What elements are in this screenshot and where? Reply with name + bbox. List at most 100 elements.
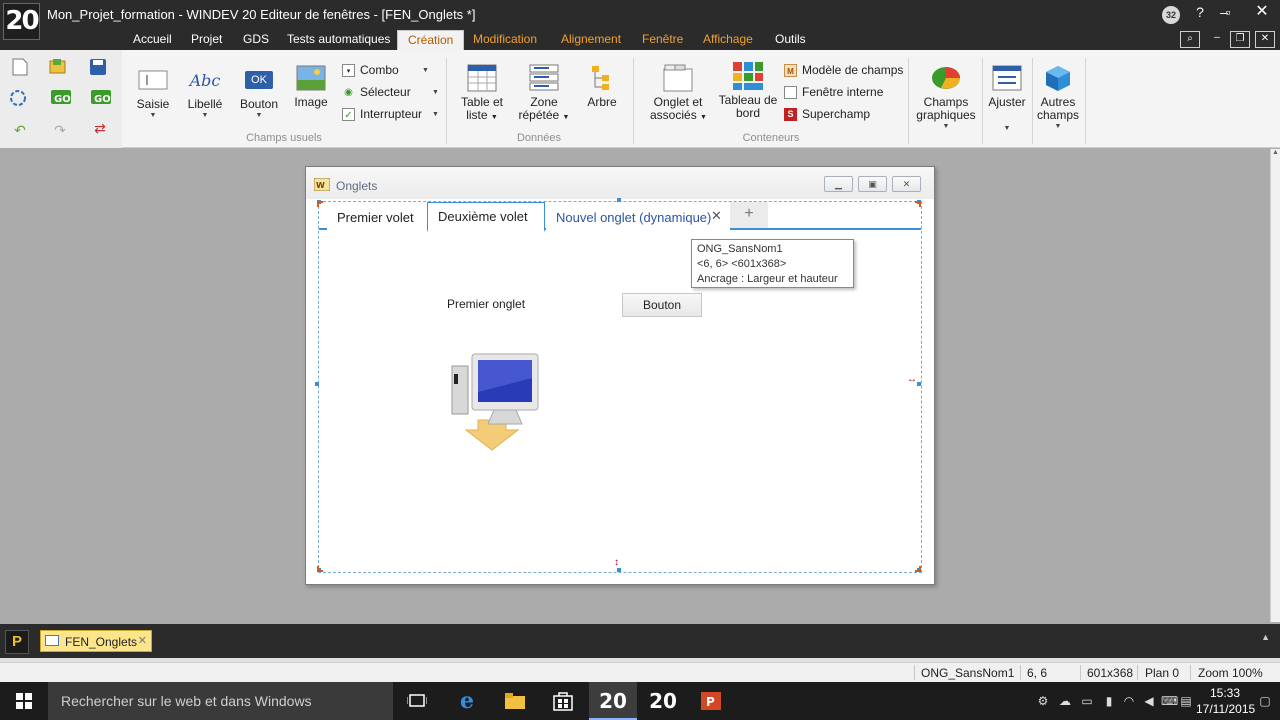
tab-fenetre[interactable]: Fenêtre — [642, 32, 683, 46]
status-zoom[interactable]: Zoom 100% — [1198, 666, 1263, 680]
file-explorer-icon[interactable] — [491, 682, 539, 720]
control-info-tooltip: ONG_SansNom1 <6, 6> <601x368> Ancrage : … — [691, 239, 854, 288]
monitor-tray-icon[interactable]: ▭ — [1079, 693, 1095, 709]
combo-button[interactable]: ▾ Combo ▼ — [342, 63, 429, 77]
tab-accueil[interactable]: Accueil — [133, 32, 172, 46]
doc-restore-icon[interactable]: ❐ — [1230, 31, 1250, 48]
go-project-icon[interactable]: GO — [50, 88, 71, 108]
open-project-icon[interactable] — [48, 58, 68, 78]
computer-image[interactable] — [450, 352, 540, 452]
windev-app-icon-2[interactable]: 20 — [639, 682, 687, 720]
tab-modification[interactable]: Modification — [473, 32, 537, 46]
close-icon[interactable]: ✕ — [1250, 2, 1274, 22]
notifications-icon[interactable]: ▢ — [1257, 693, 1273, 709]
bouton-button[interactable]: OK Bouton ▼ — [238, 66, 280, 119]
onedrive-tray-icon[interactable]: ☁ — [1057, 693, 1073, 709]
group-divider — [1032, 58, 1033, 144]
autres-champs-button[interactable]: Autres champs ▼ — [1036, 64, 1080, 130]
save-icon[interactable] — [88, 58, 108, 78]
tab-nouvel-onglet[interactable]: Nouvel onglet (dynamique) — [546, 202, 730, 230]
go-window-icon[interactable]: GO — [90, 88, 111, 108]
chevron-down-icon: ▼ — [1003, 125, 1011, 132]
tab-close-icon[interactable]: ✕ — [711, 208, 722, 224]
selection-handle[interactable] — [617, 568, 621, 572]
premier-onglet-label[interactable]: Premier onglet — [447, 297, 525, 311]
project-explorer-icon[interactable]: P — [5, 630, 29, 654]
selection-handle[interactable] — [917, 382, 921, 386]
windev-app-icon[interactable]: 20 — [589, 682, 637, 720]
new-file-icon[interactable] — [10, 58, 30, 78]
selecteur-button[interactable]: ◉ Sélecteur ▼ — [342, 85, 439, 99]
label-abc-icon: Abc — [189, 70, 221, 90]
doc-tabs-scroll-icon[interactable]: ▲ — [1261, 632, 1270, 642]
store-icon[interactable] — [539, 682, 587, 720]
doc-tab-fen-onglets[interactable]: FEN_Onglets ✕ — [40, 630, 152, 652]
modele-champs-button[interactable]: M Modèle de champs — [784, 63, 903, 77]
table-liste-button[interactable]: Table et liste ▼ — [457, 64, 507, 124]
taskbar-clock[interactable]: 15:33 17/11/2015 — [1196, 685, 1255, 717]
doc-tab-close-icon[interactable]: ✕ — [138, 634, 147, 647]
selection-handle[interactable] — [617, 198, 621, 202]
compare-icon[interactable]: ⇄ — [90, 118, 110, 138]
tab-projet[interactable]: Projet — [191, 32, 222, 46]
undo-icon[interactable]: ↶ — [10, 120, 30, 140]
wifi-tray-icon[interactable]: ◠ — [1121, 693, 1137, 709]
notification-badge[interactable]: 32 — [1162, 6, 1180, 24]
keyboard-tray-icon[interactable]: ⌨ — [1161, 693, 1178, 709]
tab-tests-automatiques[interactable]: Tests automatiques — [287, 32, 390, 46]
designed-window-close-icon[interactable]: ✕ — [892, 176, 921, 192]
interrupteur-button[interactable]: ✓ Interrupteur ▼ — [342, 107, 439, 121]
arbre-button[interactable]: Arbre — [585, 64, 619, 109]
libelle-button[interactable]: Abc Libellé ▼ — [184, 66, 226, 120]
tab-premier-volet[interactable]: Premier volet — [327, 202, 427, 230]
zone-repetee-button[interactable]: Zone répétée ▼ — [518, 64, 570, 124]
image-button[interactable]: Image — [292, 64, 330, 109]
tableau-de-bord-button[interactable]: Tableau de bord — [718, 62, 778, 120]
help-icon[interactable]: ? — [1188, 2, 1212, 22]
designed-window-minimize-icon[interactable]: ▁ — [824, 176, 853, 192]
ajuster-button[interactable]: Ajuster ▼ — [985, 64, 1029, 132]
refresh-icon[interactable] — [8, 88, 28, 108]
tab-alignement[interactable]: Alignement — [561, 32, 621, 46]
selection-handle[interactable] — [315, 382, 319, 386]
tab-gds[interactable]: GDS — [243, 32, 269, 46]
vertical-scrollbar[interactable]: ▲ — [1270, 149, 1280, 622]
bouton-control[interactable]: Bouton — [622, 293, 702, 317]
designed-window-maximize-icon[interactable]: ▣ — [858, 176, 887, 192]
designed-window[interactable]: W Onglets ▁ ▣ ✕ Premier volet Deuxième v… — [305, 166, 935, 585]
svg-text:GO: GO — [94, 94, 111, 105]
model-icon: M — [784, 63, 797, 77]
volume-tray-icon[interactable]: ◀ — [1141, 693, 1157, 709]
redo-icon[interactable]: ↷ — [50, 120, 70, 140]
restore-icon[interactable]: ▫ — [1216, 2, 1240, 22]
tab-creation[interactable]: Création — [397, 30, 465, 50]
fenetre-interne-button[interactable]: Fenêtre interne — [784, 85, 883, 99]
powerpoint-icon[interactable]: P — [687, 682, 735, 720]
tab-affichage[interactable]: Affichage — [703, 32, 753, 46]
combo-icon: ▾ — [342, 63, 355, 77]
taskbar-search-input[interactable]: Rechercher sur le web et dans Windows — [48, 682, 393, 720]
scroll-up-icon[interactable]: ▲ — [1271, 149, 1280, 156]
network-tray-icon[interactable]: ⚙ — [1035, 693, 1051, 709]
tab-deuxieme-volet[interactable]: Deuxième volet — [427, 202, 545, 232]
designed-window-titlebar[interactable]: W Onglets ▁ ▣ ✕ — [306, 167, 934, 199]
doc-minimize-icon[interactable]: – — [1207, 31, 1227, 48]
chat-tray-icon[interactable]: ▤ — [1178, 693, 1194, 709]
tab-outils[interactable]: Outils — [775, 32, 806, 46]
superchamp-button[interactable]: S Superchamp — [784, 107, 870, 121]
windows-logo-icon — [16, 693, 32, 709]
start-button[interactable] — [0, 682, 48, 720]
anchor-corner — [915, 566, 921, 572]
saisie-button[interactable]: Saisie ▼ — [134, 66, 172, 119]
doc-close-icon[interactable]: ✕ — [1255, 31, 1275, 48]
designed-window-title: Onglets — [336, 179, 378, 193]
champs-graphiques-button[interactable]: Champs graphiques ▼ — [913, 64, 979, 130]
battery-tray-icon[interactable]: ▮ — [1101, 693, 1117, 709]
add-tab-button[interactable]: + — [730, 202, 768, 228]
task-view-icon[interactable] — [393, 682, 441, 720]
ribbon-tabs: Accueil Projet GDS Tests automatiques Cr… — [0, 30, 1280, 50]
chevron-down-icon: ▼ — [942, 123, 950, 130]
edge-browser-icon[interactable]: e — [443, 682, 491, 720]
search-icon[interactable]: ⌕ — [1180, 31, 1200, 48]
onglet-associes-button[interactable]: Onglet et associés ▼ — [650, 64, 707, 124]
